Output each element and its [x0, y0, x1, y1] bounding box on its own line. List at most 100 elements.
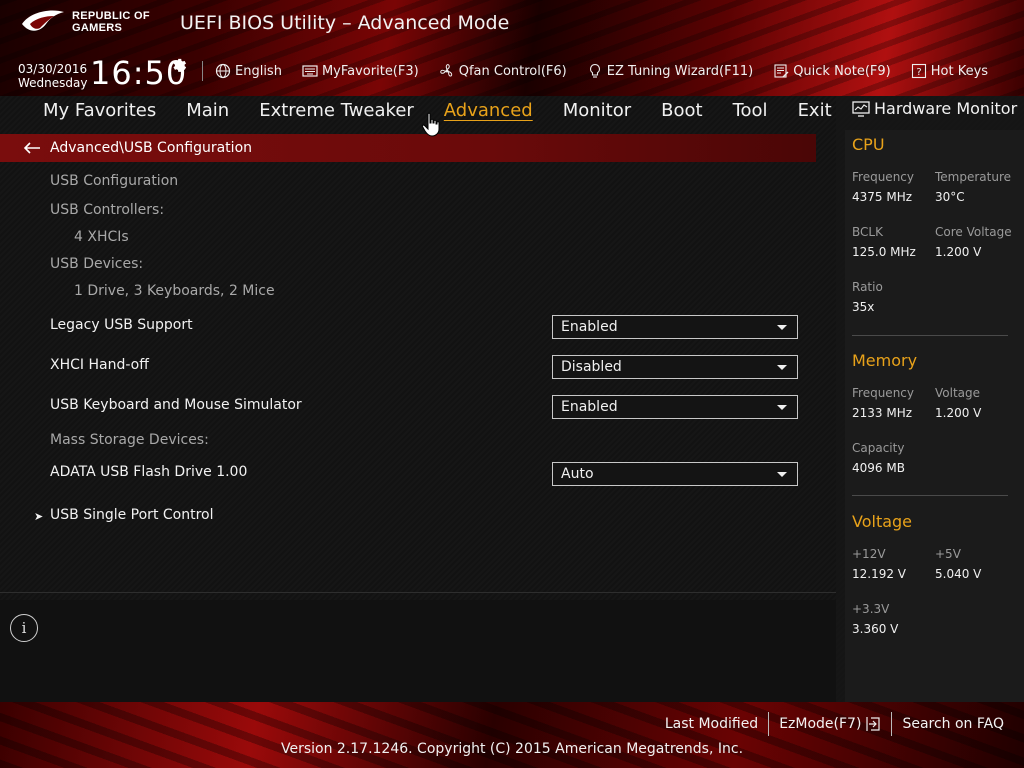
chevron-down-icon — [777, 405, 787, 410]
legacy-usb-support-select[interactable]: Enabled — [552, 315, 798, 339]
tab-advanced[interactable]: Advanced — [429, 98, 548, 126]
breadcrumb-path: Advanced\USB Configuration — [50, 140, 253, 156]
hw-cpu-frequency-value: 4375 MHz — [852, 190, 913, 204]
fan-icon — [439, 64, 452, 77]
footer-links: Last Modified EzMode(F7) Search on FAQ — [655, 712, 1014, 736]
note-icon — [774, 64, 789, 78]
date: 03/30/2016 — [18, 62, 88, 76]
date-block: 03/30/2016 Wednesday — [18, 62, 87, 90]
adata-flash-drive-value: Auto — [561, 466, 594, 482]
last-modified-button[interactable]: Last Modified — [655, 716, 768, 732]
hw-mem-frequency-value: 2133 MHz — [852, 406, 913, 420]
hw-12v-label: +12V — [852, 547, 886, 561]
ezmode-button[interactable]: EzMode(F7) — [769, 716, 891, 732]
usb-controllers-value: 4 XHCIs — [74, 229, 129, 245]
hardware-monitor-title: Hardware Monitor — [852, 99, 1017, 118]
quick-note-button[interactable]: Quick Note(F9) — [763, 63, 901, 79]
hw-mem-voltage-value: 1.200 V — [935, 406, 982, 420]
settings-panel: USB Configuration USB Controllers: 4 XHC… — [0, 162, 816, 592]
language-button[interactable]: English — [205, 63, 292, 79]
adata-flash-drive-label[interactable]: ADATA USB Flash Drive 1.00 — [50, 464, 247, 480]
exit-arrow-icon — [866, 717, 881, 731]
qfan-control-label: Qfan Control(F6) — [458, 63, 567, 79]
hw-5v-label: +5V — [935, 547, 961, 561]
myfavorite-label: MyFavorite(F3) — [321, 63, 419, 79]
gear-icon[interactable] — [170, 56, 188, 74]
xhci-hand-off-label[interactable]: XHCI Hand-off — [50, 357, 149, 373]
rog-logo: REPUBLIC OF GAMERS — [20, 8, 150, 36]
hw-core-voltage-label: Core Voltage — [935, 225, 1012, 239]
qfan-control-button[interactable]: Qfan Control(F6) — [429, 63, 577, 79]
weekday: Wednesday — [18, 76, 88, 90]
submenu-arrow-icon: ➤ — [34, 510, 44, 523]
hw-voltage-heading: Voltage — [852, 512, 913, 531]
usb-single-port-control-link[interactable]: USB Single Port Control — [50, 507, 214, 523]
monitor-icon — [852, 100, 870, 117]
hw-ratio-label: Ratio — [852, 280, 883, 294]
hw-bclk-label: BCLK — [852, 225, 883, 239]
xhci-hand-off-value: Disabled — [561, 359, 622, 375]
tab-boot[interactable]: Boot — [646, 98, 717, 126]
keyboard-icon — [302, 65, 318, 77]
tab-tool[interactable]: Tool — [718, 98, 783, 126]
hw-capacity-label: Capacity — [852, 441, 905, 455]
hw-cpu-temperature-label: Temperature — [935, 170, 1012, 184]
language-label: English — [235, 63, 282, 79]
question-icon: ? — [911, 63, 926, 79]
tab-my-favorites[interactable]: My Favorites — [28, 98, 171, 126]
info-icon: i — [10, 614, 38, 642]
app-title: UEFI BIOS Utility – Advanced Mode — [180, 12, 510, 34]
hw-3v3-label: +3.3V — [852, 602, 890, 616]
rog-eye-logo-icon — [22, 10, 64, 31]
quick-note-label: Quick Note(F9) — [793, 63, 891, 79]
hot-keys-label: Hot Keys — [930, 63, 989, 79]
hw-5v-value: 5.040 V — [935, 567, 982, 581]
ez-tuning-wizard-button[interactable]: EZ Tuning Wizard(F11) — [577, 63, 763, 79]
hw-cpu-temperature-value: 30°C — [935, 190, 965, 204]
help-panel — [0, 600, 836, 702]
lightbulb-icon — [589, 63, 600, 78]
hw-mem-voltage-label: Voltage — [935, 386, 981, 400]
legacy-usb-support-value: Enabled — [561, 319, 618, 335]
copyright-text: Version 2.17.1246. Copyright (C) 2015 Am… — [280, 741, 744, 757]
breadcrumb: Advanced\USB Configuration — [0, 134, 816, 162]
hand-cursor-icon — [421, 112, 440, 137]
xhci-hand-off-select[interactable]: Disabled — [552, 355, 798, 379]
hardware-monitor-label: Hardware Monitor — [874, 99, 1018, 118]
chevron-down-icon — [777, 365, 787, 370]
hw-3v3-value: 3.360 V — [852, 622, 899, 636]
usb-devices-value: 1 Drive, 3 Keyboards, 2 Mice — [74, 283, 275, 299]
usb-controllers-label: USB Controllers: — [50, 202, 165, 218]
hot-keys-button[interactable]: ? Hot Keys — [901, 63, 998, 79]
hw-bclk-value: 125.0 MHz — [852, 245, 916, 259]
legacy-usb-support-label[interactable]: Legacy USB Support — [50, 317, 193, 333]
hw-mem-frequency-label: Frequency — [852, 386, 914, 400]
tab-monitor[interactable]: Monitor — [548, 98, 646, 126]
search-on-faq-button[interactable]: Search on FAQ — [892, 716, 1014, 732]
usb-kbm-simulator-value: Enabled — [561, 399, 618, 415]
usb-kbm-simulator-label[interactable]: USB Keyboard and Mouse Simulator — [50, 397, 302, 413]
chevron-down-icon — [777, 472, 787, 477]
svg-text:?: ? — [916, 67, 921, 78]
hw-ratio-value: 35x — [852, 300, 875, 314]
adata-flash-drive-select[interactable]: Auto — [552, 462, 798, 486]
tab-extreme-tweaker[interactable]: Extreme Tweaker — [244, 98, 429, 126]
hw-12v-value: 12.192 V — [852, 567, 907, 581]
globe-icon — [215, 63, 231, 79]
hw-capacity-value: 4096 MB — [852, 461, 905, 475]
arrow-left-icon[interactable] — [22, 140, 42, 156]
usb-kbm-simulator-select[interactable]: Enabled — [552, 395, 798, 419]
ezmode-label: EzMode(F7) — [779, 716, 862, 732]
hw-divider — [852, 495, 1008, 496]
toolbar-separator — [202, 61, 203, 81]
help-divider — [0, 592, 836, 593]
section-title-usb-configuration: USB Configuration — [50, 173, 179, 189]
myfavorite-button[interactable]: MyFavorite(F3) — [292, 63, 429, 79]
chevron-down-icon — [777, 325, 787, 330]
toolbar: English MyFavorite(F3) Qfan Control(F6) … — [202, 60, 998, 82]
hw-core-voltage-value: 1.200 V — [935, 245, 982, 259]
mass-storage-devices-label: Mass Storage Devices: — [50, 432, 209, 448]
logo-line1: REPUBLIC OF — [72, 10, 150, 22]
hw-memory-heading: Memory — [852, 351, 918, 370]
tab-main[interactable]: Main — [171, 98, 244, 126]
